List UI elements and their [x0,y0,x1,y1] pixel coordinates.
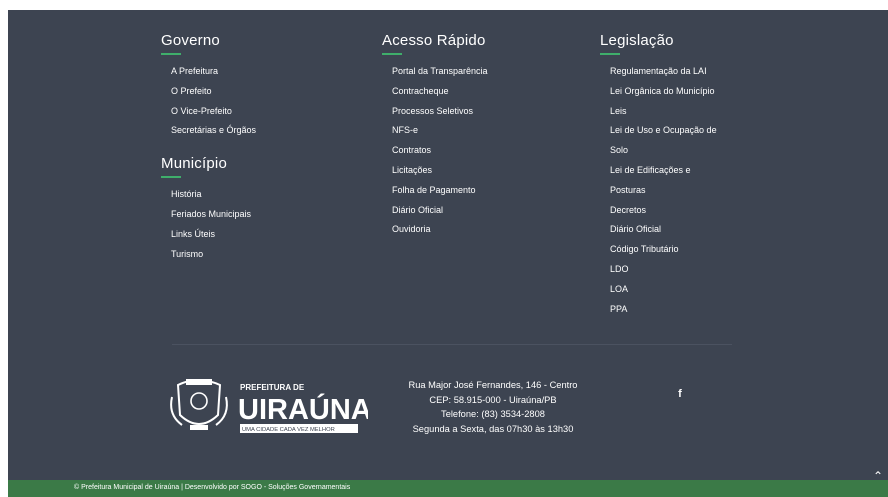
footer-link[interactable]: Licitações [392,161,488,181]
copyright-bar: © Prefeitura Municipal de Uiraúna | Dese… [8,480,888,497]
footer-link[interactable]: Folha de Pagamento [392,181,488,201]
footer-link[interactable]: NFS-e [392,121,488,141]
footer-link[interactable]: Decretos [610,201,717,221]
back-to-top-icon[interactable]: ⌃ [868,466,888,486]
footer-column-governo: Governo A Prefeitura O Prefeito O Vice-Pref… [161,32,256,264]
section-link-list: História Feriados Municipais Links Úteis Tu… [161,185,256,264]
copyright-text: © Prefeitura Municipal de Uiraúna | Dese… [74,484,351,491]
section-title: Acesso Rápido [382,32,486,49]
footer-divider [172,344,732,345]
footer-link[interactable]: Posturas [610,181,717,201]
footer-link[interactable]: Contracheque [392,82,488,102]
address-street: Rua Major José Fernandes, 146 - Centro [408,380,578,390]
footer-column-acesso-rapido: Acesso Rápido Portal da Transparência Cont… [382,32,488,240]
footer-link[interactable]: O Vice-Prefeito [171,102,256,122]
footer-link[interactable]: Processos Seletivos [392,102,488,122]
section-title: Governo [161,32,220,49]
logo-tagline: UMA CIDADE CADA VEZ MELHOR [242,427,335,433]
address-cep: CEP: 58.915-000 - Uiraúna/PB [429,394,557,405]
footer-column-legislacao: Legislação Regulamentação da LAI Lei Orgân… [600,32,717,319]
footer-link[interactable]: Secretárias e Órgãos [171,121,256,141]
section-underline [382,53,402,55]
footer-link[interactable]: Turismo [171,245,256,265]
section-title: Município [161,155,227,173]
address-block: Rua Major José Fernandes, 146 - Centro C… [393,378,593,436]
footer-link[interactable]: LDO [610,260,717,280]
footer-link[interactable]: Links Úteis [171,225,256,245]
section-title: Legislação [600,32,674,49]
footer-link[interactable]: Diário Oficial [610,220,717,240]
section-underline [161,53,181,55]
facebook-icon[interactable]: f [671,385,689,403]
footer-link[interactable]: O Prefeito [171,82,256,102]
footer-link[interactable]: Código Tributário [610,240,717,260]
footer-link[interactable]: PPA [610,300,717,320]
logo-line1: PREFEITURA DE [240,383,305,392]
footer-link[interactable]: Lei de Edificações e [610,161,717,181]
footer-link[interactable]: Leis [610,102,717,122]
section-link-list: A Prefeitura O Prefeito O Vice-Prefeito Sec… [161,62,256,141]
footer-link[interactable]: História [171,185,256,205]
section-underline [600,53,620,55]
footer-link[interactable]: Diário Oficial [392,201,488,221]
section-link-list: Portal da Transparência Contracheque Proce… [382,62,488,240]
footer-link[interactable]: Solo [610,141,717,161]
footer-link[interactable]: LOA [610,280,717,300]
footer-link[interactable]: Contratos [392,141,488,161]
footer-link[interactable]: Portal da Transparência [392,62,488,82]
logo-line2: UIRAÚNA [238,392,368,426]
address-hours: Segunda a Sexta, das 07h30 às 13h30 [412,423,574,434]
footer-link[interactable]: Regulamentação da LAI [610,62,717,82]
footer-link[interactable]: A Prefeitura [171,62,256,82]
footer-link[interactable]: Lei de Uso e Ocupação de [610,121,717,141]
address-phone: Telefone: (83) 3534-2808 [441,409,545,419]
footer-link[interactable]: Feriados Municipais [171,205,256,225]
footer-link[interactable]: Lei Orgânica do Município [610,82,717,102]
coat-of-arms-icon [170,379,228,430]
footer-link[interactable]: Ouvidoria [392,220,488,240]
prefeitura-logo: PREFEITURA DE UIRAÚNA UMA CIDADE CADA VE… [170,379,368,433]
site-footer: Governo A Prefeitura O Prefeito O Vice-Pref… [8,10,888,480]
section-underline [161,176,181,179]
section-link-list: Regulamentação da LAI Lei Orgânica do Mun… [600,62,717,319]
